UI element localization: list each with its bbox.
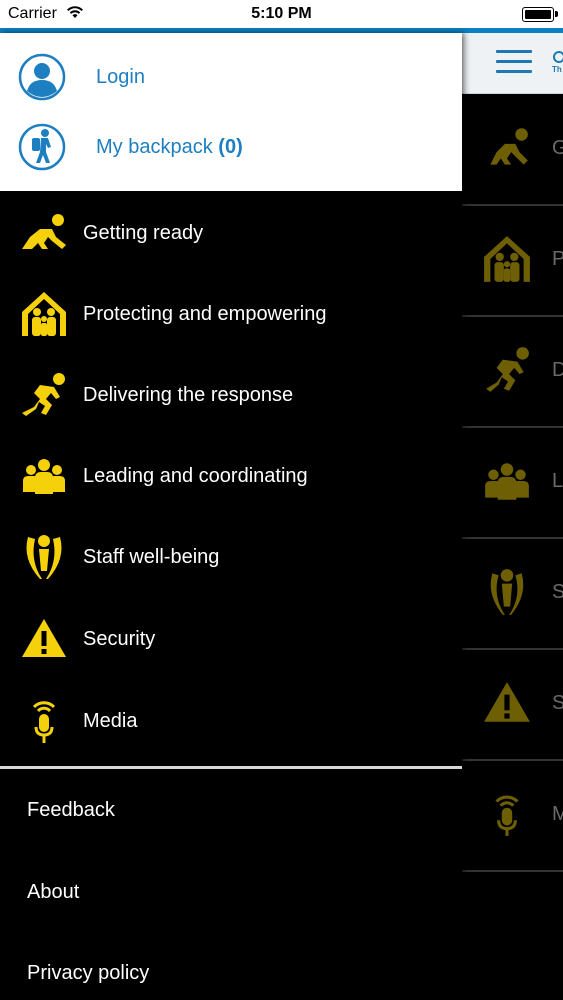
menu-divider	[0, 766, 462, 769]
hiker-icon	[18, 123, 66, 171]
menu-item-label: Security	[83, 628, 156, 650]
microphone-icon	[495, 795, 519, 836]
sheltered-family-icon	[22, 292, 66, 336]
group-icon	[23, 459, 65, 494]
main-list-item[interactable]: G	[462, 93, 563, 206]
logo: Th	[552, 51, 563, 74]
group-icon	[485, 463, 529, 500]
menu-item-security[interactable]: Security	[0, 599, 462, 680]
menu-item-protecting[interactable]: Protecting and empowering	[0, 274, 462, 355]
menu-item-label: Getting ready	[83, 222, 204, 244]
warning-triangle-icon	[484, 682, 530, 722]
menu-item-label: Leading and coordinating	[83, 465, 308, 487]
main-list-item[interactable]: L	[462, 426, 563, 539]
main-content: Th G P D L S S M	[462, 33, 563, 1000]
main-list-item[interactable]: S	[462, 537, 563, 650]
hamburger-menu-icon[interactable]	[496, 50, 532, 74]
main-item-label: L	[552, 470, 563, 492]
menu-item-getting-ready[interactable]: Getting ready	[0, 193, 462, 274]
menu-item-label: Media	[83, 710, 138, 732]
status-bar: Carrier 5:10 PM	[0, 0, 563, 28]
about-link[interactable]: About	[27, 881, 79, 904]
sheltered-family-icon	[484, 236, 530, 282]
main-item-label: S	[552, 581, 563, 603]
warning-triangle-icon	[22, 619, 66, 657]
raised-arms-icon	[26, 535, 62, 579]
sprinter-icon	[22, 373, 65, 416]
backpack-label[interactable]: My backpack (0)	[96, 136, 243, 159]
menu-item-label: Delivering the response	[83, 384, 294, 406]
main-list-item[interactable]: P	[462, 204, 563, 317]
login-row[interactable]: Login	[0, 43, 462, 113]
sprinter-icon	[486, 347, 529, 392]
kneeling-runner-icon	[490, 128, 528, 165]
menu-item-label: Staff well-being	[83, 546, 220, 568]
main-list-item[interactable]: S	[462, 648, 563, 761]
battery-icon	[522, 7, 558, 22]
raised-arms-icon	[490, 569, 524, 615]
main-item-label: M	[552, 803, 563, 825]
microphone-icon	[32, 701, 56, 743]
side-drawer: Login My backpack (0) Getting ready Prot…	[0, 33, 462, 1000]
menu-item-staff-wellbeing[interactable]: Staff well-being	[0, 517, 462, 598]
main-list-item[interactable]: D	[462, 315, 563, 428]
main-topbar: Th	[462, 33, 563, 94]
profile-section: Login My backpack (0)	[0, 33, 462, 191]
user-icon	[18, 53, 66, 101]
privacy-policy-link[interactable]: Privacy policy	[27, 962, 149, 985]
menu-item-leading[interactable]: Leading and coordinating	[0, 436, 462, 517]
menu-item-delivering[interactable]: Delivering the response	[0, 355, 462, 436]
main-item-label: P	[552, 248, 563, 270]
main-list-item[interactable]: M	[462, 759, 563, 872]
clock: 5:10 PM	[251, 5, 312, 22]
backpack-row[interactable]: My backpack (0)	[0, 113, 462, 183]
feedback-link[interactable]: Feedback	[27, 799, 115, 822]
kneeling-runner-icon	[22, 214, 66, 249]
main-item-label: S	[552, 692, 563, 714]
main-item-label: D	[552, 359, 563, 381]
main-item-label: G	[552, 137, 563, 159]
menu-item-media[interactable]: Media	[0, 681, 462, 762]
login-label[interactable]: Login	[96, 66, 145, 89]
menu-item-label: Protecting and empowering	[83, 303, 327, 325]
